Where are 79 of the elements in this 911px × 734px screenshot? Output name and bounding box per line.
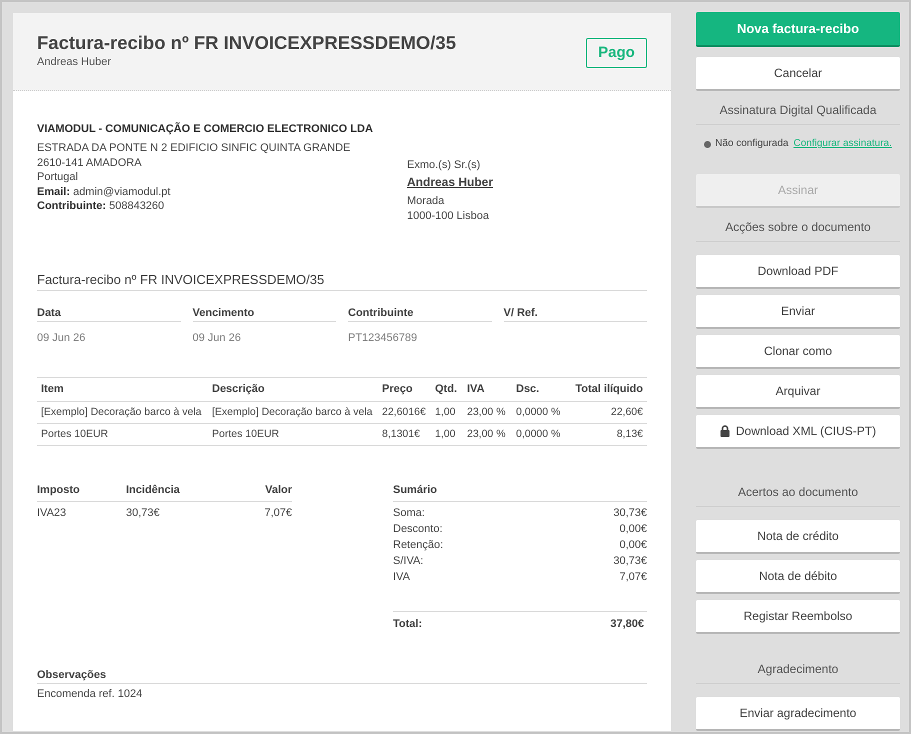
summary-value: 0,00€ [619,538,647,553]
field-value: PT123456789 [348,331,418,345]
table-cell: [Exemplo] Decoração barco à vela [208,402,378,424]
column-header: Dsc. [512,378,575,402]
table-cell: Portes 10EUR [208,424,378,446]
table-cell: 0,0000 % [512,424,575,446]
recipient-address-line: Morada [407,194,444,209]
summary-label: IVA [393,570,410,585]
notes-text: Encomenda ref. 1024 [37,687,142,701]
summary-label: Retenção: [393,538,444,553]
column-header: Incidência [126,483,216,502]
column-header: Imposto [37,483,126,502]
table-cell: 7,07€ [216,502,292,520]
column-header: Total ilíquido [575,378,647,402]
total-label: Total: [393,617,422,631]
action-button[interactable]: Nota de crédito [696,520,900,554]
salutation: Exmo.(s) Sr.(s) [407,158,480,172]
table-cell: 22,60€ [575,402,647,424]
field-value: 09 Jun 26 [37,331,86,345]
field-label: V/ Ref. [504,306,538,320]
address-line: ESTRADA DA PONTE N 2 EDIFICIO SINFIC QUINTA GRANDE [37,141,350,156]
section-heading: Acções sobre o documento [725,220,871,234]
table-cell: 23,00 % [463,402,512,424]
action-button[interactable]: Registar Reembolso [696,600,900,634]
table-cell: 1,00 [431,402,463,424]
field-label: Data [37,306,61,320]
column-header: Qtd. [431,378,463,402]
column-header: Item [37,378,208,402]
summary-label: Soma: [393,506,425,521]
column-header: IVA [463,378,512,402]
status-badge: Pago [586,38,647,68]
contact-detail: Email: admin@viamodul.pt [37,184,170,199]
action-button[interactable]: Arquivar [696,375,900,409]
notes-title: Observações [37,668,106,682]
summary-title: Sumário [393,483,438,497]
address-line: 2610-141 AMADORA [37,156,142,170]
action-button[interactable]: Enviar agradecimento [696,697,900,731]
table-cell: 30,73€ [126,502,216,520]
action-button[interactable]: Cancelar [696,57,900,91]
contact-detail: Contribuinte: 508843260 [37,199,164,214]
table-cell: 22,6016€ [378,402,431,424]
table-cell: 0,0000 % [512,402,575,424]
action-button[interactable]: Nota de débito [696,560,900,594]
action-button[interactable]: Enviar [696,295,900,329]
table-cell: 23,00 % [463,424,512,446]
table-cell: Portes 10EUR [37,424,208,446]
summary-value: 7,07€ [619,570,647,585]
table-cell: 1,00 [431,424,463,446]
table-cell: IVA23 [37,502,126,520]
signature-status: Não configurada [715,137,788,151]
address-line: Portugal [37,170,78,184]
action-button[interactable]: Download PDF [696,255,900,289]
column-header: Descrição [208,378,378,402]
recipient-address-line: 1000-100 Lisboa [407,209,489,224]
section-title: Factura-recibo nº FR INVOICEXPRESSDEMO/35 [37,272,324,288]
table-cell: [Exemplo] Decoração barco à vela [37,402,208,424]
section-heading: Assinatura Digital Qualificada [720,103,876,117]
table-cell: 8,1301€ [378,424,431,446]
summary-label: S/IVA: [393,554,424,569]
action-button[interactable]: Download XML (CIUS-PT) [696,415,900,449]
section-heading: Acertos ao documento [738,485,858,499]
summary-value: 0,00€ [619,522,647,537]
document-title: Factura-recibo nº FR INVOICEXPRESSDEMO/35 [37,31,456,55]
company-name: VIAMODUL - COMUNICAÇÃO E COMERCIO ELECTRONICO LDA [37,122,373,136]
column-header: Valor [216,483,292,502]
field-value: 09 Jun 26 [192,331,241,345]
field-label: Vencimento [192,306,254,320]
total-value: 37,80€ [610,617,644,631]
client-link[interactable]: Andreas Huber [407,174,494,190]
action-button[interactable]: Clonar como [696,335,900,369]
summary-value: 30,73€ [613,554,647,569]
table-cell: 8,13€ [575,424,647,446]
lock-icon [720,425,730,437]
client-name: Andreas Huber [37,55,111,69]
section-heading: Agradecimento [758,662,838,676]
summary-label: Desconto: [393,522,443,537]
field-label: Contribuinte [348,306,414,320]
column-header: Preço [378,378,431,402]
summary-value: 30,73€ [613,506,647,521]
